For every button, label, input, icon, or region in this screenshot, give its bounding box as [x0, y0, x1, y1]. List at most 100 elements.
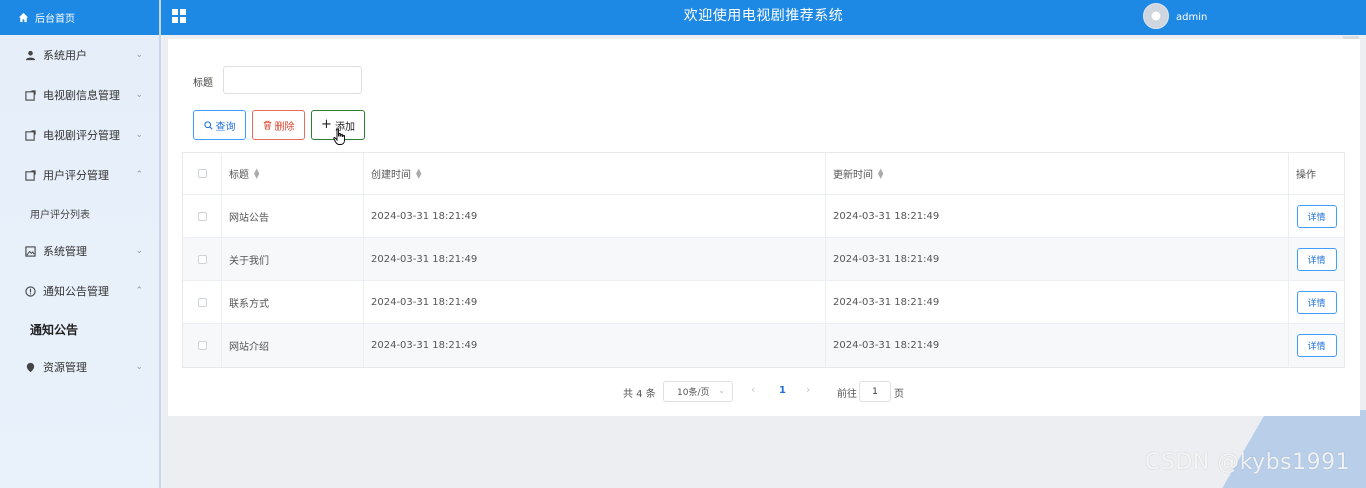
chevron-down-icon: ⌄	[135, 130, 143, 140]
sidebar-item-label: 资源管理	[43, 361, 87, 374]
page-suffix-label: 页	[894, 389, 904, 400]
sidebar-subitem-label: 用户评分列表	[30, 209, 90, 221]
column-header-label: 更新时间	[833, 170, 873, 181]
query-button-label: 查询	[215, 121, 236, 133]
cell-actions: 详情	[1289, 238, 1344, 280]
row-checkbox-cell	[183, 238, 222, 280]
sidebar-item-tv-rating[interactable]: 电视剧评分管理 ⌄	[0, 115, 159, 155]
row-checkbox-cell	[183, 281, 222, 323]
decorative-shape	[1190, 410, 1366, 488]
table-row: 网站公告 2024-03-31 18:21:49 2024-03-31 18:2…	[183, 195, 1344, 238]
cell-title: 网站公告	[222, 195, 364, 237]
table-row: 关于我们 2024-03-31 18:21:49 2024-03-31 18:2…	[183, 238, 1344, 281]
row-checkbox[interactable]	[197, 211, 207, 221]
cell-created: 2024-03-31 18:21:49	[364, 324, 826, 367]
chevron-down-icon: ⌄	[135, 362, 143, 372]
sidebar-item-label: 通知公告管理	[43, 285, 109, 298]
table-row: 网站介绍 2024-03-31 18:21:49 2024-03-31 18:2…	[183, 324, 1344, 367]
sidebar-item-user-rating[interactable]: 用户评分管理 ⌃	[0, 155, 159, 195]
page-size-value: 10条/页	[677, 388, 710, 398]
cell-updated: 2024-03-31 18:21:49	[826, 238, 1289, 280]
sidebar-item-label: 电视剧信息管理	[43, 89, 120, 102]
doc-icon	[24, 89, 36, 101]
chevron-down-icon: ⌄	[135, 90, 143, 100]
cell-actions: 详情	[1289, 281, 1344, 323]
chevron-up-icon: ⌃	[135, 286, 143, 296]
query-button[interactable]: 查询	[193, 110, 246, 140]
cell-actions: 详情	[1289, 195, 1344, 237]
sidebar-item-notice-management[interactable]: 通知公告管理 ⌃	[0, 271, 159, 311]
sidebar-subitem-notice[interactable]: 通知公告	[0, 311, 159, 347]
table-header-row: 标题 ▲ ▼ 创建时间 ▲ ▼ 更新时间 ▲ ▼ 操作	[183, 153, 1344, 195]
search-icon	[203, 120, 213, 130]
delete-button[interactable]: 删除	[252, 110, 305, 140]
plus-icon: +	[321, 117, 332, 132]
sidebar-item-system-users[interactable]: 系统用户 ⌄	[0, 35, 159, 75]
row-checkbox[interactable]	[197, 254, 207, 264]
goto-page-input[interactable]	[859, 381, 891, 402]
cell-created: 2024-03-31 18:21:49	[364, 281, 826, 323]
sidebar-home[interactable]: 后台首页	[0, 0, 159, 35]
row-checkbox-cell	[183, 195, 222, 237]
cell-title: 联系方式	[222, 281, 364, 323]
column-header-label: 标题	[229, 170, 249, 181]
select-all-checkbox[interactable]	[197, 169, 207, 178]
cell-created: 2024-03-31 18:21:49	[364, 195, 826, 237]
delete-button-label: 删除	[274, 121, 295, 133]
trash-icon	[263, 120, 271, 130]
row-checkbox[interactable]	[197, 341, 207, 350]
avatar[interactable]	[1143, 3, 1169, 29]
cell-updated: 2024-03-31 18:21:49	[826, 281, 1289, 323]
cell-updated: 2024-03-31 18:21:49	[826, 324, 1289, 367]
sort-icon[interactable]: ▲ ▼	[878, 167, 883, 179]
column-header-label: 操作	[1296, 170, 1316, 181]
sidebar-subitem-label: 通知公告	[30, 322, 79, 337]
watermark: CSDN @kybs1991	[1145, 450, 1351, 475]
detail-button[interactable]: 详情	[1296, 334, 1337, 357]
hand-cursor-icon	[333, 128, 345, 145]
home-icon	[18, 12, 29, 23]
notice-table: 标题 ▲ ▼ 创建时间 ▲ ▼ 更新时间 ▲ ▼ 操作 网站公告 2024-03-31…	[182, 152, 1345, 368]
pagination-total: 共 4 条	[623, 389, 656, 400]
search-title-label: 标题	[193, 78, 213, 89]
cell-updated: 2024-03-31 18:21:49	[826, 195, 1289, 237]
sidebar-item-label: 系统用户	[43, 49, 87, 62]
row-checkbox-cell	[183, 324, 222, 367]
sidebar-subitem-user-rating-list[interactable]: 用户评分列表	[0, 195, 159, 231]
sidebar-item-system-management[interactable]: 系统管理 ⌄	[0, 231, 159, 271]
next-page-button[interactable]: ›	[806, 383, 810, 396]
detail-button[interactable]: 详情	[1296, 204, 1337, 228]
column-header-actions: 操作	[1289, 153, 1344, 194]
username[interactable]: admin	[1176, 0, 1207, 35]
user-icon	[24, 49, 36, 61]
column-header-updated[interactable]: 更新时间 ▲ ▼	[826, 153, 1289, 194]
doc-icon	[24, 169, 36, 181]
search-title-input[interactable]	[223, 66, 362, 94]
location-icon	[24, 361, 36, 373]
sort-icon[interactable]: ▲ ▼	[416, 167, 421, 179]
detail-button[interactable]: 详情	[1296, 290, 1337, 314]
chevron-down-icon: ⌄	[718, 386, 725, 395]
sidebar-item-tv-info[interactable]: 电视剧信息管理 ⌄	[0, 75, 159, 115]
cell-actions: 详情	[1289, 324, 1344, 367]
sidebar-home-label: 后台首页	[35, 14, 75, 25]
sidebar-item-resource-management[interactable]: 资源管理 ⌄	[0, 347, 159, 387]
sort-icon[interactable]: ▲ ▼	[254, 167, 259, 179]
table-row: 联系方式 2024-03-31 18:21:49 2024-03-31 18:2…	[183, 281, 1344, 324]
chevron-up-icon: ⌃	[135, 170, 143, 180]
sidebar-item-label: 系统管理	[43, 245, 87, 258]
cell-title: 网站介绍	[222, 324, 364, 367]
header-bar: 欢迎使用电视剧推荐系统 admin	[161, 0, 1366, 35]
column-header-created[interactable]: 创建时间 ▲ ▼	[364, 153, 826, 194]
goto-label: 前往	[837, 389, 857, 400]
page-size-select[interactable]: 10条/页 ⌄	[663, 381, 733, 402]
column-header-label: 创建时间	[371, 170, 411, 181]
sidebar-item-label: 用户评分管理	[43, 169, 109, 182]
sidebar-item-label: 电视剧评分管理	[43, 129, 120, 142]
page-number[interactable]: 1	[779, 385, 786, 396]
doc-icon	[24, 129, 36, 141]
column-header-title[interactable]: 标题 ▲ ▼	[222, 153, 364, 194]
detail-button[interactable]: 详情	[1296, 247, 1337, 271]
prev-page-button[interactable]: ‹	[751, 383, 755, 396]
row-checkbox[interactable]	[197, 297, 207, 307]
